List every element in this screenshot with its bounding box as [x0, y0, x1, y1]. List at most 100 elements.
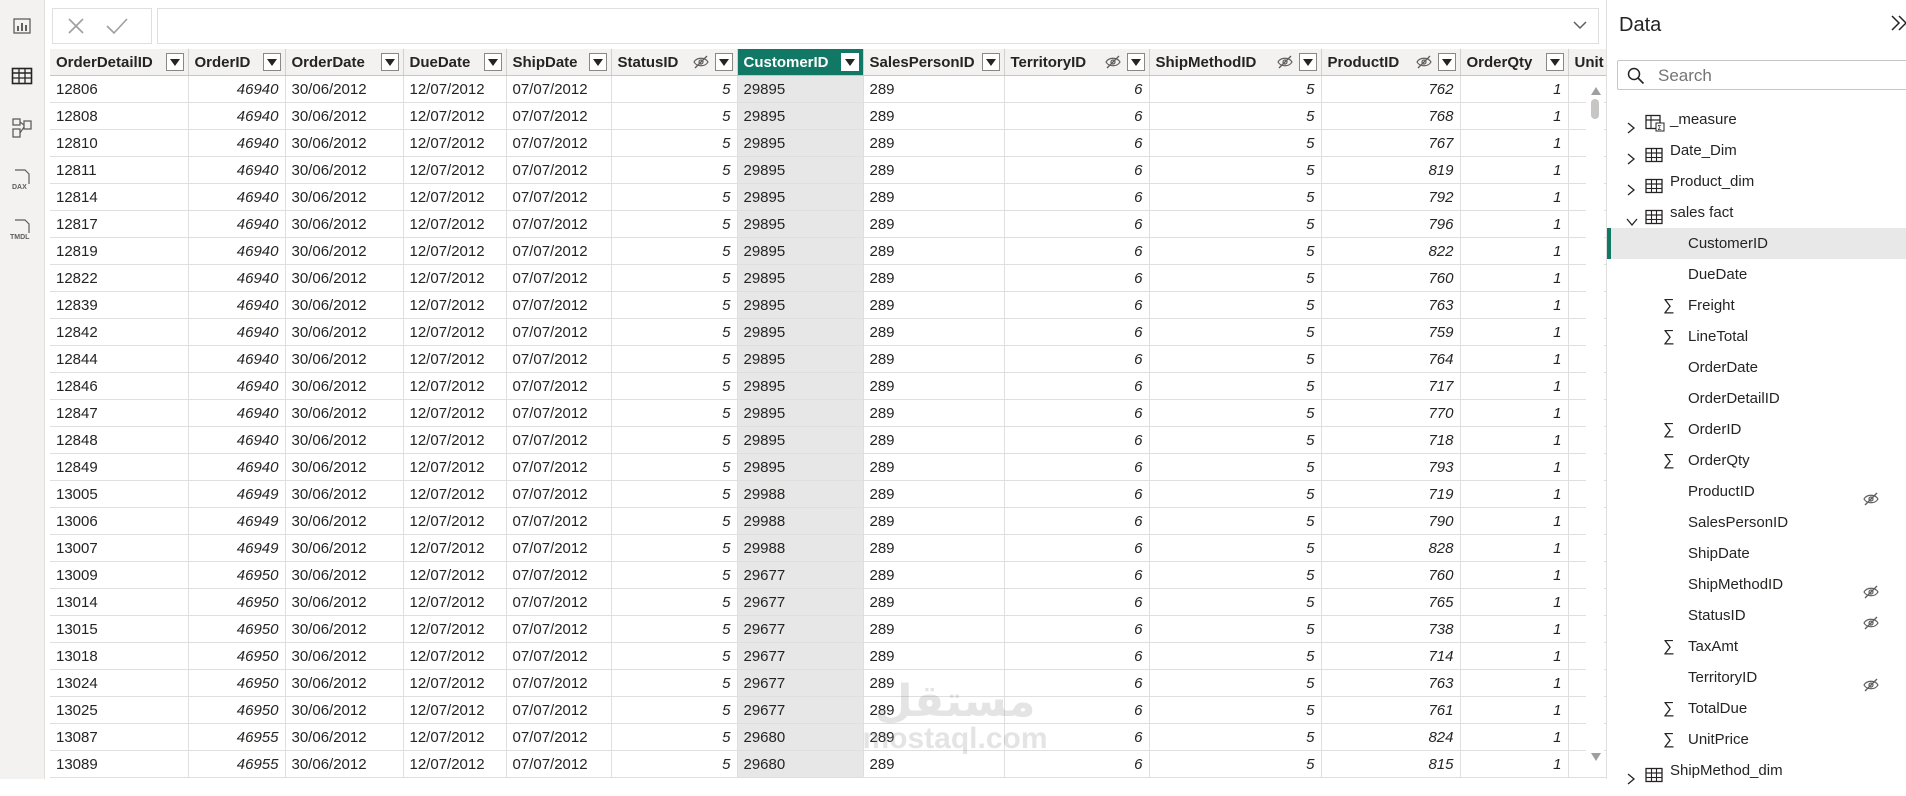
cell-shipdate[interactable]: 07/07/2012: [506, 696, 612, 724]
model-view-icon[interactable]: [6, 112, 38, 144]
cell-shipmethodid[interactable]: 5: [1149, 696, 1322, 724]
cell-duedate[interactable]: 12/07/2012: [403, 399, 507, 427]
cell-duedate[interactable]: 12/07/2012: [403, 237, 507, 265]
cell-duedate[interactable]: 12/07/2012: [403, 642, 507, 670]
cell-statusid[interactable]: 5: [611, 723, 738, 751]
filter-dropdown-icon[interactable]: [840, 53, 859, 71]
cell-orderdetailid[interactable]: 13015: [50, 615, 189, 643]
cell-salespersonid[interactable]: 289: [863, 588, 1005, 616]
cell-productid[interactable]: 717: [1321, 372, 1461, 400]
cell-productid[interactable]: 824: [1321, 723, 1461, 751]
cell-shipdate[interactable]: 07/07/2012: [506, 426, 612, 454]
cell-orderdate[interactable]: 30/06/2012: [285, 453, 404, 481]
tree-field-shipdate[interactable]: ShipDate: [1607, 538, 1906, 569]
cell-orderdate[interactable]: 30/06/2012: [285, 696, 404, 724]
cell-orderqty[interactable]: 1: [1460, 480, 1569, 508]
cell-orderdate[interactable]: 30/06/2012: [285, 75, 404, 103]
cell-shipdate[interactable]: 07/07/2012: [506, 642, 612, 670]
cell-orderdetailid[interactable]: 12842: [50, 318, 189, 346]
column-header-customerid[interactable]: CustomerID: [737, 49, 864, 76]
column-header-unit[interactable]: Unit: [1568, 49, 1606, 76]
cell-orderdetailid[interactable]: 12822: [50, 264, 189, 292]
cell-duedate[interactable]: 12/07/2012: [403, 615, 507, 643]
cell-orderqty[interactable]: 1: [1460, 750, 1569, 778]
cell-shipdate[interactable]: 07/07/2012: [506, 453, 612, 481]
cell-shipdate[interactable]: 07/07/2012: [506, 534, 612, 562]
cell-orderdate[interactable]: 30/06/2012: [285, 156, 404, 184]
cell-customerid[interactable]: 29677: [737, 561, 864, 589]
cell-orderqty[interactable]: 1: [1460, 264, 1569, 292]
column-header-orderdate[interactable]: OrderDate: [285, 49, 404, 76]
cell-orderid[interactable]: 46940: [188, 264, 286, 292]
cell-territoryid[interactable]: 6: [1004, 642, 1150, 670]
cell-territoryid[interactable]: 6: [1004, 426, 1150, 454]
cell-shipdate[interactable]: 07/07/2012: [506, 237, 612, 265]
cell-orderqty[interactable]: 1: [1460, 318, 1569, 346]
filter-dropdown-icon[interactable]: [483, 53, 502, 71]
cell-productid[interactable]: 768: [1321, 102, 1461, 130]
cell-salespersonid[interactable]: 289: [863, 210, 1005, 238]
cell-shipdate[interactable]: 07/07/2012: [506, 480, 612, 508]
cell-statusid[interactable]: 5: [611, 156, 738, 184]
cell-orderid[interactable]: 46940: [188, 453, 286, 481]
cell-territoryid[interactable]: 6: [1004, 696, 1150, 724]
cell-orderdetailid[interactable]: 13025: [50, 696, 189, 724]
column-header-duedate[interactable]: DueDate: [403, 49, 507, 76]
cell-customerid[interactable]: 29895: [737, 345, 864, 373]
column-header-orderdetailid[interactable]: OrderDetailID: [50, 49, 189, 76]
tree-table-shipmethod-dim[interactable]: ShipMethod_dim: [1607, 755, 1906, 786]
cell-orderid[interactable]: 46940: [188, 237, 286, 265]
tree-table-product-dim[interactable]: Product_dim: [1607, 166, 1906, 197]
filter-dropdown-icon[interactable]: [1545, 53, 1564, 71]
cell-statusid[interactable]: 5: [611, 507, 738, 535]
cell-orderid[interactable]: 46940: [188, 291, 286, 319]
cell-orderqty[interactable]: 1: [1460, 696, 1569, 724]
cell-orderid[interactable]: 46950: [188, 642, 286, 670]
filter-dropdown-icon[interactable]: [165, 53, 184, 71]
cell-statusid[interactable]: 5: [611, 102, 738, 130]
column-header-shipdate[interactable]: ShipDate: [506, 49, 612, 76]
cell-orderid[interactable]: 46955: [188, 723, 286, 751]
cell-duedate[interactable]: 12/07/2012: [403, 534, 507, 562]
cell-orderqty[interactable]: 1: [1460, 669, 1569, 697]
cell-shipmethodid[interactable]: 5: [1149, 453, 1322, 481]
cell-orderid[interactable]: 46940: [188, 426, 286, 454]
cell-orderdate[interactable]: 30/06/2012: [285, 480, 404, 508]
cell-orderid[interactable]: 46940: [188, 102, 286, 130]
cell-salespersonid[interactable]: 289: [863, 399, 1005, 427]
cell-orderdate[interactable]: 30/06/2012: [285, 561, 404, 589]
cell-duedate[interactable]: 12/07/2012: [403, 129, 507, 157]
cell-productid[interactable]: 738: [1321, 615, 1461, 643]
cell-orderid[interactable]: 46940: [188, 372, 286, 400]
cell-orderid[interactable]: 46940: [188, 399, 286, 427]
cell-duedate[interactable]: 12/07/2012: [403, 696, 507, 724]
cell-statusid[interactable]: 5: [611, 750, 738, 778]
cell-customerid[interactable]: 29895: [737, 372, 864, 400]
cell-statusid[interactable]: 5: [611, 291, 738, 319]
cell-productid[interactable]: 718: [1321, 426, 1461, 454]
cell-orderqty[interactable]: 1: [1460, 129, 1569, 157]
cell-productid[interactable]: 793: [1321, 453, 1461, 481]
tree-field-territoryid[interactable]: TerritoryID: [1607, 662, 1906, 693]
cell-territoryid[interactable]: 6: [1004, 210, 1150, 238]
cell-orderid[interactable]: 46949: [188, 534, 286, 562]
tree-field-totaldue[interactable]: ∑ TotalDue: [1607, 693, 1906, 724]
cell-productid[interactable]: 819: [1321, 156, 1461, 184]
cell-salespersonid[interactable]: 289: [863, 534, 1005, 562]
tree-field-salespersonid[interactable]: SalesPersonID: [1607, 507, 1906, 538]
scrollbar-thumb[interactable]: [1591, 99, 1599, 119]
cell-statusid[interactable]: 5: [611, 561, 738, 589]
cell-territoryid[interactable]: 6: [1004, 237, 1150, 265]
cell-orderdate[interactable]: 30/06/2012: [285, 723, 404, 751]
cell-salespersonid[interactable]: 289: [863, 507, 1005, 535]
scroll-up-icon[interactable]: [1591, 82, 1601, 100]
cell-orderdetailid[interactable]: 13005: [50, 480, 189, 508]
cell-orderdate[interactable]: 30/06/2012: [285, 615, 404, 643]
cell-customerid[interactable]: 29895: [737, 318, 864, 346]
cell-statusid[interactable]: 5: [611, 426, 738, 454]
cell-territoryid[interactable]: 6: [1004, 507, 1150, 535]
cell-shipdate[interactable]: 07/07/2012: [506, 156, 612, 184]
cell-customerid[interactable]: 29895: [737, 453, 864, 481]
filter-dropdown-icon[interactable]: [714, 53, 733, 71]
cell-orderdate[interactable]: 30/06/2012: [285, 642, 404, 670]
